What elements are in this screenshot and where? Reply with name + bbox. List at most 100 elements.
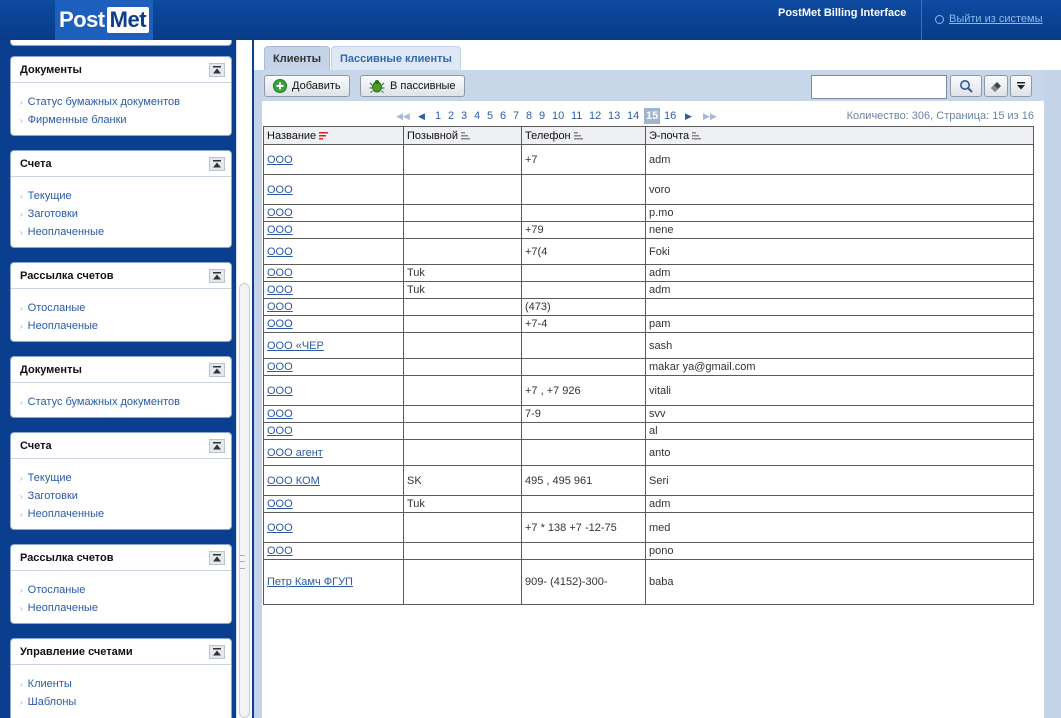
sidebar-item-paper-docs-status[interactable]: › Статус бумажных документов	[20, 93, 231, 111]
column-header-email[interactable]: Э-почта	[645, 126, 1034, 145]
sidebar-item-drafts[interactable]: › Заготовки	[20, 205, 231, 223]
table-row[interactable]: ООО al	[263, 422, 1034, 440]
table-row[interactable]: ООО p.mo	[263, 204, 1034, 222]
client-name-link[interactable]: ООО	[263, 264, 404, 282]
sidebar-item-unpaid-mailing[interactable]: › Неоплаченые	[20, 317, 231, 335]
sidebar-item-label: Текущие	[27, 472, 72, 484]
table-row[interactable]: ООО voro	[263, 174, 1034, 205]
table-row[interactable]: ООО +79 nene	[263, 221, 1034, 239]
sidebar-item-sent[interactable]: › Отосланые	[20, 299, 231, 317]
add-button[interactable]: Добавить	[264, 75, 350, 97]
page-link[interactable]: 11	[571, 108, 582, 124]
prev-page-icon[interactable]: ◀	[418, 108, 425, 124]
client-name-link[interactable]: ООО	[263, 144, 404, 175]
collapse-button[interactable]	[209, 362, 225, 377]
page-link[interactable]: 12	[589, 108, 601, 124]
sidebar-item-unpaid[interactable]: › Неоплаченные	[20, 223, 231, 241]
filter-button[interactable]	[984, 75, 1008, 97]
logout-link[interactable]: Выйти из системы	[935, 13, 1043, 25]
client-name-link[interactable]: ООО	[263, 281, 404, 299]
page-link[interactable]: 3	[461, 108, 467, 124]
last-page-icon[interactable]: ▶▶	[703, 108, 717, 124]
table-row[interactable]: ООО 7-9 svv	[263, 405, 1034, 423]
collapse-button[interactable]	[209, 644, 225, 659]
sidebar-item-current[interactable]: › Текущие	[20, 469, 231, 487]
client-name-link[interactable]: ООО	[263, 238, 404, 265]
page-link[interactable]: 10	[552, 108, 564, 124]
sidebar-item-paper-docs-status[interactable]: › Статус бумажных документов	[20, 393, 231, 411]
page-link[interactable]: 6	[500, 108, 506, 124]
tab-content: Добавить В пассивные ◀◀ ◀ 1 2 3 4 5 6 7 …	[254, 70, 1061, 718]
scrollbar-thumb[interactable]	[239, 283, 250, 718]
client-name-link[interactable]: ООО	[263, 315, 404, 333]
sidebar-item-unpaid-mailing[interactable]: › Неоплаченые	[20, 599, 231, 617]
postmet-logo[interactable]: Post Met	[55, 0, 153, 40]
table-row[interactable]: ООО +7 * 138 +7 -12-75 med	[263, 512, 1034, 543]
client-phone: 495 , 495 961	[521, 465, 646, 496]
client-name-link[interactable]: ООО	[263, 512, 404, 543]
sidebar-item-unpaid[interactable]: › Неоплаченные	[20, 505, 231, 523]
page-link[interactable]: 1	[435, 108, 441, 124]
client-name-link[interactable]: ООО	[263, 358, 404, 376]
page-link[interactable]: 5	[487, 108, 493, 124]
client-name-link[interactable]: ООО агент	[263, 439, 404, 466]
table-row[interactable]: ООО +7(4 Foki	[263, 238, 1034, 265]
table-row[interactable]: ООО Tuk adm	[263, 495, 1034, 513]
client-name-link[interactable]: ООО	[263, 375, 404, 406]
client-name-link[interactable]: ООО	[263, 204, 404, 222]
sidebar-item-drafts[interactable]: › Заготовки	[20, 487, 231, 505]
table-row[interactable]: ООО +7 , +7 926 vitali	[263, 375, 1034, 406]
column-header-callsign[interactable]: Позывной	[403, 126, 522, 145]
table-row[interactable]: Петр Камч ФГУП 909- (4152)-300- baba	[263, 559, 1034, 605]
tab-passive-clients[interactable]: Пассивные клиенты	[331, 46, 461, 70]
client-name-link[interactable]: ООО	[263, 298, 404, 316]
client-name-link[interactable]: ООО	[263, 405, 404, 423]
move-to-passive-button[interactable]: В пассивные	[360, 75, 465, 97]
table-row[interactable]: ООО Tuk adm	[263, 281, 1034, 299]
sidebar-item-clients[interactable]: › Клиенты	[20, 675, 231, 693]
client-name-link[interactable]: ООО	[263, 542, 404, 560]
page-link[interactable]: 16	[664, 108, 676, 124]
table-row[interactable]: ООО «ЧЕР sash	[263, 332, 1034, 359]
sidebar-item-templates[interactable]: › Шаблоны	[20, 693, 231, 711]
table-row[interactable]: ООО КОМ SK 495 , 495 961 Seri	[263, 465, 1034, 496]
search-button[interactable]	[950, 75, 982, 97]
client-name-link[interactable]: Петр Камч ФГУП	[263, 559, 404, 605]
next-page-icon[interactable]: ▶	[685, 108, 692, 124]
page-link[interactable]: 13	[608, 108, 620, 124]
toolbar-menu-dropdown[interactable]	[1010, 75, 1032, 97]
collapse-button[interactable]	[209, 550, 225, 565]
table-row[interactable]: ООО pono	[263, 542, 1034, 560]
collapse-button[interactable]	[209, 268, 225, 283]
sidebar-item-sent[interactable]: › Отосланые	[20, 581, 231, 599]
table-row[interactable]: ООО Tuk adm	[263, 264, 1034, 282]
page-link[interactable]: 8	[526, 108, 532, 124]
client-name-link[interactable]: ООО	[263, 221, 404, 239]
column-header-phone[interactable]: Телефон	[521, 126, 646, 145]
client-name-link[interactable]: ООО	[263, 174, 404, 205]
page-link[interactable]: 14	[627, 108, 639, 124]
tab-clients[interactable]: Клиенты	[264, 46, 331, 70]
collapse-button[interactable]	[209, 438, 225, 453]
client-name-link[interactable]: ООО КОМ	[263, 465, 404, 496]
client-name-link[interactable]: ООО	[263, 495, 404, 513]
page-link[interactable]: 9	[539, 108, 545, 124]
sidebar-item-current[interactable]: › Текущие	[20, 187, 231, 205]
sidebar-scrollbar[interactable]	[236, 40, 252, 718]
table-row[interactable]: ООО агент anto	[263, 439, 1034, 466]
column-header-name[interactable]: Название	[263, 126, 404, 145]
page-link[interactable]: 2	[448, 108, 454, 124]
page-link[interactable]: 4	[474, 108, 480, 124]
sidebar-item-letterheads[interactable]: › Фирменные бланки	[20, 111, 231, 129]
table-row[interactable]: ООО makar ya@gmail.com	[263, 358, 1034, 376]
search-input[interactable]	[811, 75, 947, 99]
collapse-button[interactable]	[209, 62, 225, 77]
client-name-link[interactable]: ООО	[263, 422, 404, 440]
collapse-button[interactable]	[209, 156, 225, 171]
page-link[interactable]: 7	[513, 108, 519, 124]
table-row[interactable]: ООО +7 adm	[263, 144, 1034, 175]
table-row[interactable]: ООО +7-4 pam	[263, 315, 1034, 333]
table-row[interactable]: ООО (473)	[263, 298, 1034, 316]
first-page-icon[interactable]: ◀◀	[396, 108, 410, 124]
client-name-link[interactable]: ООО «ЧЕР	[263, 332, 404, 359]
